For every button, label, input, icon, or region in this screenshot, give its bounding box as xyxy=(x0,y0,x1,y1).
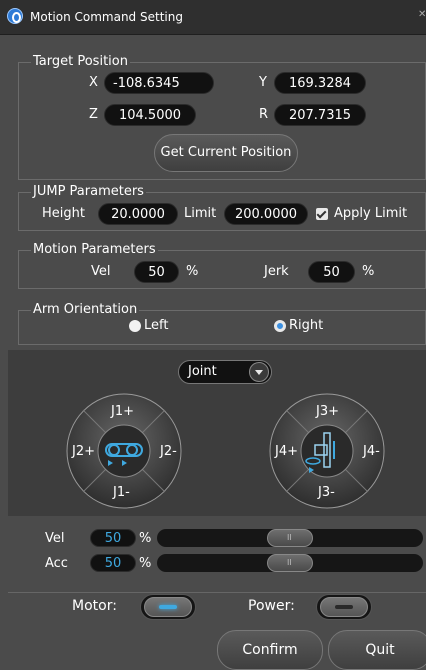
jog-j2-minus-button[interactable]: J2- xyxy=(160,444,177,459)
get-current-position-button[interactable]: Get Current Position xyxy=(154,134,298,172)
r-field[interactable]: 207.7315 xyxy=(274,104,366,126)
divider xyxy=(8,592,426,593)
confirm-button[interactable]: Confirm xyxy=(217,630,323,670)
right-radio-label: Right xyxy=(289,318,324,333)
close-icon[interactable]: ✕ xyxy=(418,9,426,20)
target-position-title: Target Position xyxy=(31,54,130,69)
jog-j3-minus-button[interactable]: J3- xyxy=(318,485,335,500)
left-radio-label: Left xyxy=(144,318,169,333)
z-field[interactable]: 104.5000 xyxy=(104,104,196,126)
jerk-label: Jerk xyxy=(264,264,289,279)
acc-slider[interactable]: II xyxy=(157,554,423,572)
motor-label: Motor: xyxy=(72,598,117,614)
height-label: Height xyxy=(42,206,85,221)
jog-j3-plus-button[interactable]: J3+ xyxy=(316,404,339,419)
jog-pad-j1-j2: J1+ J1- J2+ J2- xyxy=(66,393,182,509)
motion-parameters-title: Motion Parameters xyxy=(31,242,158,257)
speed-vel-field[interactable]: 50 xyxy=(90,529,136,547)
jog-mode-select[interactable]: Joint xyxy=(178,360,272,384)
motor-toggle[interactable] xyxy=(140,594,196,620)
jog-mode-value: Joint xyxy=(188,364,217,379)
jerk-unit: % xyxy=(362,264,375,279)
title-bar: Motion Command Setting ✕ xyxy=(0,0,426,35)
arm-orientation-title: Arm Orientation xyxy=(31,302,140,317)
vel-slider-handle[interactable]: II xyxy=(267,529,313,547)
app-icon xyxy=(7,8,23,24)
left-radio[interactable] xyxy=(129,320,141,332)
y-field[interactable]: 169.3284 xyxy=(274,72,366,94)
motion-vel-field[interactable]: 50 xyxy=(134,261,179,283)
power-toggle[interactable] xyxy=(316,594,372,620)
speed-vel-label: Vel xyxy=(45,531,65,546)
jump-parameters-title: JUMP Parameters xyxy=(31,184,146,199)
quit-button[interactable]: Quit xyxy=(328,630,426,670)
z-label: Z xyxy=(89,107,98,122)
jerk-field[interactable]: 50 xyxy=(308,261,355,283)
apply-limit-label: Apply Limit xyxy=(334,206,408,221)
right-radio[interactable] xyxy=(274,320,286,332)
jog-j4-minus-button[interactable]: J4- xyxy=(363,444,380,459)
power-label: Power: xyxy=(248,598,295,614)
motion-vel-unit: % xyxy=(186,264,199,279)
chevron-down-icon xyxy=(249,362,269,382)
height-field[interactable]: 20.0000 xyxy=(98,203,178,225)
jog-j1-minus-button[interactable]: J1- xyxy=(113,485,130,500)
vel-slider[interactable]: II xyxy=(157,529,423,547)
speed-acc-label: Acc xyxy=(45,556,68,571)
motion-vel-label: Vel xyxy=(91,264,111,279)
x-field[interactable]: -108.6345 xyxy=(104,72,214,94)
speed-acc-unit: % xyxy=(139,556,152,571)
speed-acc-field[interactable]: 50 xyxy=(90,554,136,572)
x-label: X xyxy=(89,75,98,90)
limit-label: Limit xyxy=(184,206,217,221)
r-label: R xyxy=(259,107,269,122)
jog-j1-plus-button[interactable]: J1+ xyxy=(111,404,134,419)
speed-vel-unit: % xyxy=(139,531,152,546)
jog-pad-j3-j4: J3+ J3- J4+ J4- xyxy=(269,393,385,509)
acc-slider-handle[interactable]: II xyxy=(267,554,313,572)
limit-field[interactable]: 200.0000 xyxy=(224,203,308,225)
y-label: Y xyxy=(259,75,267,90)
jog-j2-plus-button[interactable]: J2+ xyxy=(72,444,95,459)
jog-j4-plus-button[interactable]: J4+ xyxy=(275,444,298,459)
apply-limit-checkbox[interactable] xyxy=(316,208,328,220)
window-title: Motion Command Setting xyxy=(30,10,183,24)
